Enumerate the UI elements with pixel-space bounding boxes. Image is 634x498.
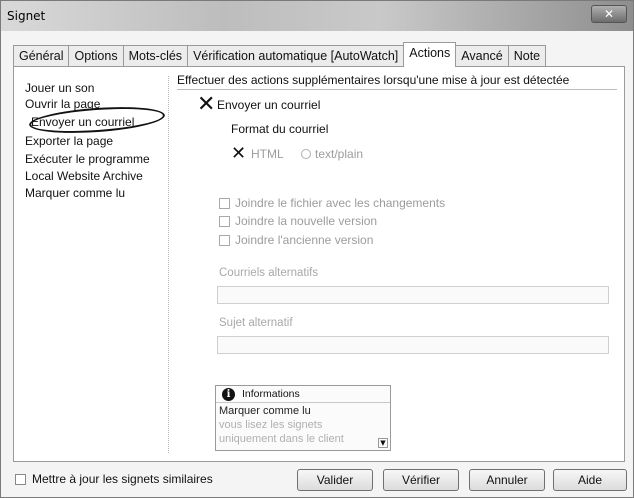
attach-new-checkbox[interactable]: [219, 216, 230, 227]
format-html-radio[interactable]: ✕: [231, 145, 246, 163]
recipients-label: Courriels alternatifs: [219, 267, 319, 279]
tab-advanced[interactable]: Avancé: [455, 45, 509, 67]
info-header: i Informations: [216, 386, 390, 403]
action-item-mark-read[interactable]: Marquer comme lu: [25, 186, 125, 200]
window-title: Signet: [7, 9, 46, 23]
close-icon: ✕: [603, 7, 615, 21]
check-button[interactable]: Vérifier: [383, 469, 459, 491]
cancel-button[interactable]: Annuler: [469, 469, 545, 491]
format-text-radio[interactable]: [301, 149, 311, 159]
attach-old-checkbox[interactable]: [219, 235, 230, 246]
info-line: Marquer comme lu: [219, 405, 311, 417]
attach-old-label: Joindre l'ancienne version: [235, 233, 374, 247]
tab-bar: Général Options Mots-clés Vérification a…: [13, 42, 547, 67]
help-button[interactable]: Aide: [553, 469, 627, 491]
attach-new-label: Joindre la nouvelle version: [235, 214, 378, 228]
send-email-label: Envoyer un courriel: [217, 98, 321, 112]
tab-general[interactable]: Général: [13, 45, 70, 67]
tab-options[interactable]: Options: [68, 45, 124, 67]
scroll-down-icon[interactable]: ▼: [378, 438, 388, 448]
subject-field[interactable]: [217, 336, 609, 354]
info-box: i Informations Marquer comme lu vous lis…: [215, 385, 391, 451]
action-item-run-program[interactable]: Exécuter le programme: [25, 152, 150, 166]
info-line: vous lisez les signets: [219, 419, 323, 431]
actions-heading: Effectuer des actions supplémentaires lo…: [177, 73, 617, 90]
info-line: uniquement dans le client: [219, 433, 344, 445]
update-similar-label: Mettre à jour les signets similaires: [32, 472, 213, 486]
action-item-export-page[interactable]: Exporter la page: [25, 134, 113, 148]
tab-note[interactable]: Note: [507, 45, 547, 67]
update-similar-checkbox[interactable]: [15, 474, 26, 485]
recipients-field[interactable]: [217, 286, 609, 304]
ok-button[interactable]: Valider: [297, 469, 373, 491]
info-title: Informations: [242, 388, 300, 400]
action-item-play-sound[interactable]: Jouer un son: [25, 81, 94, 95]
subject-label: Sujet alternatif: [219, 317, 293, 329]
bookmark-dialog: Signet ✕ Général Options Mots-clés Vérif…: [0, 0, 634, 498]
attach-changes-checkbox[interactable]: [219, 198, 230, 209]
format-text-label: text/plain: [315, 147, 364, 161]
attach-changes-label: Joindre le fichier avec les changements: [235, 196, 446, 210]
title-bar[interactable]: Signet ✕: [1, 1, 633, 31]
action-list: [17, 76, 169, 453]
info-icon: i: [222, 388, 235, 401]
tab-keywords[interactable]: Mots-clés: [122, 45, 189, 67]
tab-actions[interactable]: Actions: [403, 42, 457, 67]
close-button[interactable]: ✕: [591, 5, 627, 23]
send-email-checkbox[interactable]: ✕: [197, 94, 215, 116]
action-item-local-archive[interactable]: Local Website Archive: [25, 169, 143, 183]
format-html-label: HTML: [251, 147, 284, 161]
tab-autowatch[interactable]: Vérification automatique [AutoWatch]: [187, 45, 405, 67]
email-format-label: Format du courriel: [231, 122, 329, 136]
